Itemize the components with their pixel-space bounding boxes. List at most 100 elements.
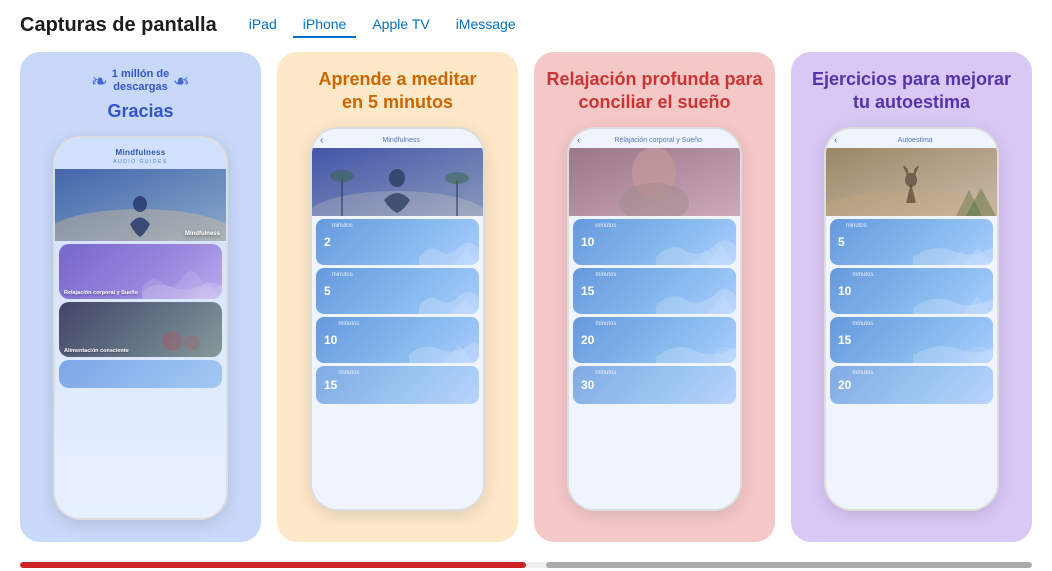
- meditation-item-3-2: 15 minutos: [573, 268, 736, 314]
- back-icon-2: ‹: [320, 135, 323, 146]
- meditation-item-4-1: 5 minutos: [830, 219, 993, 265]
- phone-mockup-1: Mindfulness AUDIO GUIDES: [53, 136, 228, 520]
- scrollbar-thumb-gray[interactable]: [546, 562, 1032, 568]
- wave-icon-4-2: [913, 278, 993, 314]
- phone-mockup-3: ‹ Relajación corporal y Sueño: [567, 127, 742, 511]
- page-title: Capturas de pantalla: [20, 14, 217, 37]
- badge: ❧ 1 millón dedescargas ❧: [91, 68, 190, 96]
- scrollbar-container[interactable]: [20, 562, 1032, 568]
- screen4-nav-title: Autoestima: [841, 137, 989, 144]
- screenshots-gallery: ❧ 1 millón dedescargas ❧ Gracias Mindful…: [20, 52, 1032, 554]
- wave-icon-2-3: [399, 327, 479, 363]
- phone-screen-1: Mindfulness AUDIO GUIDES: [55, 138, 226, 518]
- scrollbar-thumb-red[interactable]: [20, 562, 526, 568]
- wave-icon-3-1: [656, 229, 736, 265]
- screen1-item3-label: Alimentación consciente: [59, 345, 134, 357]
- screen3-nav: ‹ Relajación corporal y Sueño: [569, 129, 740, 148]
- meditation-item-4-3: 15 minutos: [830, 317, 993, 363]
- wave-icon-3-2: [656, 278, 736, 314]
- meditation-unit-3-3: minutos: [595, 321, 616, 327]
- meditation-unit-2-4: minutos: [338, 370, 359, 376]
- tab-ipad[interactable]: iPad: [239, 12, 287, 38]
- screen2-nav-title: Mindfulness: [327, 137, 475, 144]
- card-title-3: Relajación profunda paraconciliar el sue…: [546, 68, 762, 115]
- meditation-time-2-3: 10: [324, 334, 337, 346]
- meditation-item-4-2: 10 minutos: [830, 268, 993, 314]
- meditation-unit-3-1: minutos: [595, 223, 616, 229]
- meditation-unit-4-1: minutos: [846, 223, 867, 229]
- meditation-time-4-4: 20: [838, 379, 851, 391]
- meditation-time-3-2: 15: [581, 285, 594, 297]
- phone-screen-2: ‹ Mindfulness: [312, 129, 483, 509]
- back-icon-3: ‹: [577, 135, 580, 146]
- screen1-item4: [59, 360, 222, 388]
- phone-screen-3: ‹ Relajación corporal y Sueño: [569, 129, 740, 509]
- screen1-item2: Relajación corporal y Sueño: [59, 244, 222, 299]
- meditation-time-2-2: 5: [324, 285, 331, 297]
- page-container: Capturas de pantalla iPad iPhone Apple T…: [0, 0, 1052, 568]
- screen4-nav: ‹ Autoestima: [826, 129, 997, 148]
- meditation-unit-3-4: minutos: [595, 370, 616, 376]
- meditation-time-4-2: 10: [838, 285, 851, 297]
- meditation-item-3-1: 10 minutos: [573, 219, 736, 265]
- meditation-time-4-3: 15: [838, 334, 851, 346]
- phone-mockup-2: ‹ Mindfulness: [310, 127, 485, 511]
- badge-laurel: ❧ 1 millón dedescargas ❧: [91, 68, 190, 94]
- meditation-time-2-4: 15: [324, 379, 337, 391]
- tab-nav: iPad iPhone Apple TV iMessage: [239, 12, 526, 38]
- header: Capturas de pantalla iPad iPhone Apple T…: [20, 12, 1032, 38]
- wave-icon-3-3: [656, 327, 736, 363]
- meditation-time-2-1: 2: [324, 236, 331, 248]
- meditation-unit-3-2: minutos: [595, 272, 616, 278]
- screen1-item3: Alimentación consciente: [59, 302, 222, 357]
- screen1-item1-label: Mindfulness: [185, 231, 220, 237]
- meditation-item-2-3: 10 minutos: [316, 317, 479, 363]
- card-title-1: Gracias: [107, 100, 173, 123]
- badge-text: 1 millón dedescargas: [112, 68, 169, 94]
- card-title-4: Ejercicios para mejorartu autoestima: [812, 68, 1011, 115]
- meditation-time-3-4: 30: [581, 379, 594, 391]
- meditation-unit-4-2: minutos: [852, 272, 873, 278]
- screen1-app-name: Mindfulness: [55, 144, 226, 159]
- meditation-unit-4-3: minutos: [852, 321, 873, 327]
- screen3-nav-title: Relajación corporal y Sueño: [584, 137, 732, 144]
- meditation-time-4-1: 5: [838, 236, 845, 248]
- wave-icon-4-3: [913, 327, 993, 363]
- phone-screen-4: ‹ Autoestima: [826, 129, 997, 509]
- screenshot-card-4[interactable]: Ejercicios para mejorartu autoestima ‹ A…: [791, 52, 1032, 542]
- screenshot-card-1[interactable]: ❧ 1 millón dedescargas ❧ Gracias Mindful…: [20, 52, 261, 542]
- hero-illustration-3: [569, 148, 740, 216]
- screen1-item2-label: Relajación corporal y Sueño: [59, 287, 143, 299]
- wave-icon-2-1: [399, 229, 479, 265]
- wave-icon-2-2: [399, 278, 479, 314]
- back-icon-4: ‹: [834, 135, 837, 146]
- tab-appletv[interactable]: Apple TV: [362, 12, 439, 38]
- meditation-item-2-4: 15 minutos: [316, 366, 479, 404]
- hero-illustration-4: [826, 148, 997, 216]
- screen2-nav: ‹ Mindfulness: [312, 129, 483, 148]
- hero-illustration-2: [312, 148, 483, 216]
- meditation-unit-2-1: minutos: [332, 223, 353, 229]
- phone-mockup-4: ‹ Autoestima: [824, 127, 999, 511]
- screen4-hero: [826, 148, 997, 216]
- tab-imessage[interactable]: iMessage: [446, 12, 526, 38]
- screenshot-card-2[interactable]: Aprende a meditaren 5 minutos ‹ Mindfuln…: [277, 52, 518, 542]
- meditation-time-3-3: 20: [581, 334, 594, 346]
- meditation-item-2-2: 5 minutos: [316, 268, 479, 314]
- meditation-unit-2-2: minutos: [332, 272, 353, 278]
- wave-icon-4-1: [913, 229, 993, 265]
- wave-icon-3: [142, 321, 222, 357]
- meditation-time-3-1: 10: [581, 236, 594, 248]
- card-title-2: Aprende a meditaren 5 minutos: [318, 68, 476, 115]
- meditation-item-2-1: 2 minutos: [316, 219, 479, 265]
- meditation-item-4-4: 20 minutos: [830, 366, 993, 404]
- meditation-unit-4-4: minutos: [852, 370, 873, 376]
- screen1-hero: Mindfulness: [55, 169, 226, 241]
- meditation-unit-2-3: minutos: [338, 321, 359, 327]
- screen2-hero: [312, 148, 483, 216]
- meditation-item-3-4: 30 minutos: [573, 366, 736, 404]
- wave-icon-2: [142, 263, 222, 299]
- screenshot-card-3[interactable]: Relajación profunda paraconciliar el sue…: [534, 52, 775, 542]
- screen3-hero: [569, 148, 740, 216]
- tab-iphone[interactable]: iPhone: [293, 12, 357, 38]
